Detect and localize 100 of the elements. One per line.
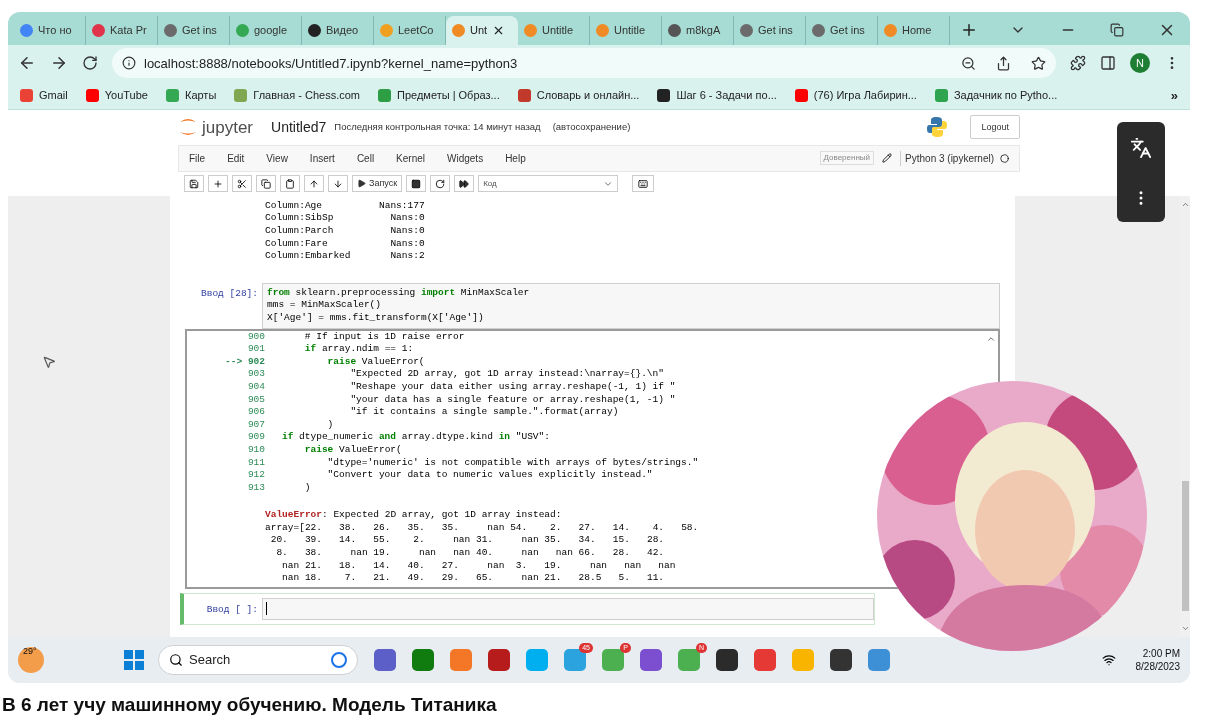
browser-tab[interactable]: google [230,15,302,45]
output-line: 8. 38. nan 19. nan nan 40. nan nan 66. 28. 42. [275,547,666,560]
arrow-down-icon [333,178,343,189]
code-cell[interactable]: from sklearn.preprocessing import MinMaxScaler mms = MinMaxScaler() X['Age'] = mms.fit_transform(X['Age']) [262,282,1000,329]
menu-item[interactable]: Kernel [396,150,425,166]
edit-icon[interactable] [882,153,893,164]
browser-tab[interactable]: m8kgA [662,15,734,45]
menu-item[interactable]: View [266,150,288,166]
menu-item[interactable]: Help [505,150,526,166]
network-icon[interactable] [1101,653,1116,668]
logout-button[interactable]: Logout [970,115,1020,140]
translate-icon[interactable] [1130,137,1152,159]
browser-tab[interactable]: Видео [302,15,374,45]
extensions-icon[interactable] [1070,55,1086,72]
checkpoint-text: Последняя контрольная точка: 14 минут назад [334,120,541,135]
stop-icon [411,178,422,189]
scissors-icon [237,178,247,189]
toolbar-button[interactable] [430,175,451,193]
restore-icon[interactable] [1110,22,1124,37]
line-number: 913 [246,481,265,495]
bookmark-link[interactable]: Шаг 6 - Задачи по... [657,87,777,104]
browser-tab[interactable]: Get ins [806,15,878,45]
notebook-title[interactable]: Untitled7 [271,116,327,138]
fast-forward-icon [459,178,470,189]
bookmark-link[interactable]: YouTube [85,87,148,104]
output-line: nan 18. 7. 21. 49. 29. 65. nan 21. 28.5 5. 11. [281,572,666,585]
cell-prompt: Ввод [28]: [200,286,259,301]
menu-item[interactable]: Widgets [447,150,484,166]
toolbar-button[interactable] [406,175,427,193]
code-line: "Expected 2D array, got 1D array instead:\narray={}.\n" [349,368,664,381]
line-number: 900 [246,330,265,344]
bookmark-link[interactable]: Карты [165,87,217,104]
bookmark-link[interactable]: Gmail [20,87,68,104]
clipboard-icon [285,178,295,189]
run-button[interactable]: Запуск [352,175,403,193]
search-field[interactable]: Search [158,645,358,676]
keyboard-icon [638,178,649,189]
browser-tab[interactable]: Untitle [518,15,590,45]
share-icon[interactable] [996,55,1011,71]
cell-prompt: Ввод [ ]: [205,602,259,617]
line-number: 904 [246,380,265,394]
code-line: "your data has a single feature or array.reshape(1, -1) " [349,393,676,407]
bookmark-link[interactable]: (76) Игра Лабирин... [794,87,917,104]
browser-tab[interactable]: Unt [446,15,518,45]
arrow-up-icon [309,178,319,189]
more-bookmarks[interactable]: » [1170,85,1178,106]
output-line: Column:SibSp Nans:0 [265,212,426,225]
code-line: raise ValueError( [303,443,402,457]
python-logo-icon [926,116,949,139]
reload-icon[interactable] [82,55,98,72]
bookmark-link[interactable]: Предметы | Образ... [378,87,500,104]
toolbar-button[interactable] [454,175,475,193]
trusted-indicator[interactable]: Доверенный [819,151,875,166]
browser-tab[interactable]: Kata Pr [86,15,158,45]
menu-item[interactable]: Insert [309,150,335,166]
keyboard-button[interactable] [632,175,655,193]
menu-item[interactable]: Edit [227,150,245,166]
bookmark-link[interactable]: Задачник по Pytho... [934,87,1058,104]
profile-avatar[interactable]: N [1130,53,1150,74]
toolbar-button[interactable] [232,175,252,193]
browser-tab[interactable]: Get ins [734,15,806,45]
output-line: Column:Embarked Nans:2 [265,250,426,263]
browser-tab[interactable]: Get ins [158,15,230,45]
code-cell[interactable] [262,597,874,620]
address-field[interactable]: localhost:8888/notebooks/Untitled7.ipynb?kernel_name=python3 [112,48,1056,79]
menu-item[interactable]: Cell [356,150,375,166]
save-icon [189,178,199,189]
kernel-indicator[interactable]: Python 3 (ipykernel) [900,150,994,166]
app-icon[interactable] [488,649,510,672]
output-line: Column:Parch Nans:0 [265,225,426,238]
plus-icon [213,178,223,189]
error-message: ValueError: Expected 2D array, got 1D array instead: [265,509,563,522]
play-icon [357,179,366,189]
browser-tab[interactable]: Home [878,15,950,45]
toolbar-button[interactable] [256,175,276,193]
bookmark-link[interactable]: Словарь и онлайн... [517,87,640,104]
code-line: "if it contains a single sample.".format(array) [349,406,619,419]
line-number: 906 [246,406,265,419]
browser-tab[interactable]: Untitle [590,15,662,45]
info-icon[interactable] [122,56,136,71]
scrollbar-thumb[interactable] [1181,481,1189,612]
cell-type-select[interactable]: Код [478,175,619,193]
code-line: ) [326,418,334,432]
bookmark-star-icon[interactable] [1031,55,1046,71]
app-icon[interactable] [716,649,738,672]
browser-tab[interactable]: Что но [14,15,86,45]
line-number: --> 902 [224,355,265,369]
toolbar-button[interactable] [280,175,300,193]
menu-item[interactable]: File [189,150,206,166]
zoom-out-icon[interactable] [961,55,976,71]
clock[interactable]: 2:00 PM 8/28/2023 [1135,647,1180,674]
bookmark-link[interactable]: Главная - Chess.com [234,87,360,104]
side-panel-icon[interactable] [1100,55,1116,72]
output-line: array=[22. 38. 26. 35. 35. nan 54. 2. 27. 14. 4. 58. [265,521,700,535]
weather-widget[interactable]: 29° [18,647,44,674]
line-number: 911 [246,456,265,470]
app-icon[interactable] [830,649,852,672]
toolbar-button[interactable] [184,175,204,193]
windows-start-icon[interactable] [124,650,144,671]
code-line: # If input is 1D raise error [303,330,465,344]
